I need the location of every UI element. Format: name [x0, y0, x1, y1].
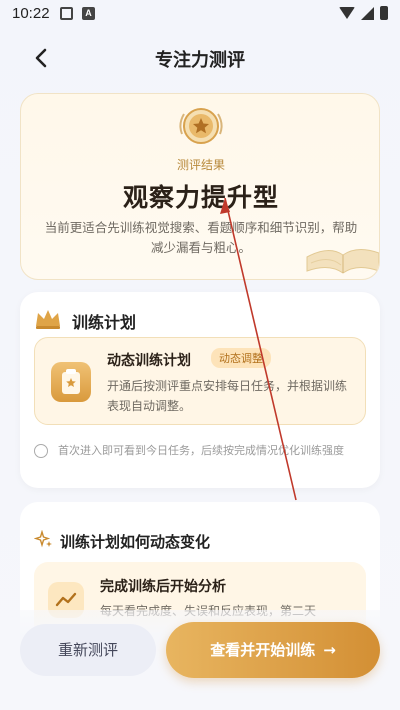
plan-note-text: 首次进入即可看到今日任务，后续按完成情况优化训练强度 [58, 444, 344, 457]
plan-card-title: 动态训练计划 [107, 353, 191, 369]
sparkle-icon [34, 530, 52, 548]
clipboard-icon [51, 362, 91, 402]
app-notification-icon: A [82, 7, 95, 20]
start-training-label: 查看并开始训练 [210, 641, 316, 659]
medal-icon [179, 108, 223, 144]
crown-icon [36, 310, 60, 329]
arrow-right-icon: → [323, 641, 336, 659]
dynamic-plan-panel: 动态训练计划 动态调整 开通后按测评重点安排每日任务，并根据训练表现自动调整。 [34, 337, 366, 425]
header: 专注力测评 [0, 38, 400, 78]
wifi-icon [339, 7, 355, 19]
step-title: 完成训练后开始分析 [100, 579, 226, 595]
plan-title: 训练计划 [72, 313, 137, 332]
dynamic-badge: 动态调整 [211, 348, 271, 368]
signal-icon [361, 6, 374, 20]
start-training-button[interactable]: 查看并开始训练 → [166, 622, 380, 678]
status-indicators [339, 6, 388, 20]
battery-icon [380, 6, 388, 20]
bottom-action-bar: 重新测评 查看并开始训练 → [0, 610, 400, 710]
book-icon [306, 249, 379, 274]
status-bar: 10:22 A [0, 0, 400, 28]
training-plan-card: 训练计划 动态训练计划 动态调整 开通后按测评重点安排每日任务，并根据训练表现自… [20, 292, 380, 488]
page-title: 专注力测评 [155, 50, 245, 71]
result-label: 测评结果 [176, 158, 225, 172]
check-circle-icon [34, 444, 48, 458]
status-time: 10:22 [12, 5, 50, 22]
retest-button[interactable]: 重新测评 [20, 624, 156, 676]
result-card: 测评结果 观察力提升型 当前更适合先训练视觉搜索、看题顺序和细节识别，帮助减少漏… [20, 93, 380, 280]
plan-card-description: 开通后按测评重点安排每日任务，并根据训练表现自动调整。 [107, 379, 348, 413]
gallery-icon [60, 7, 73, 20]
change-title: 训练计划如何动态变化 [60, 533, 211, 551]
